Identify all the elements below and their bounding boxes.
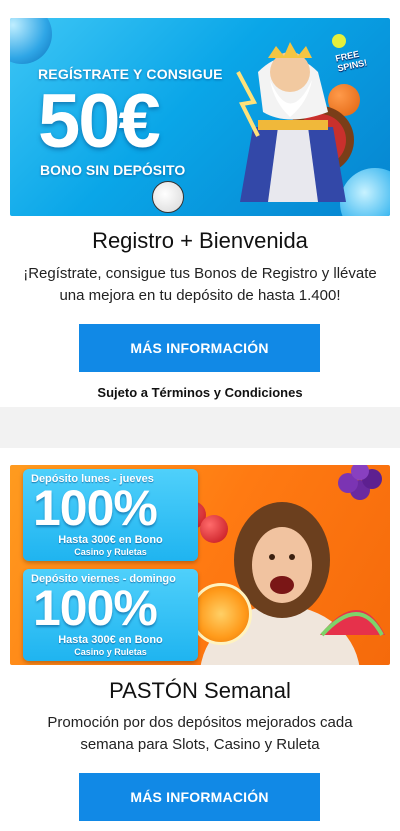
promo-box-percent: 100%	[33, 580, 158, 636]
promo-description: ¡Regístrate, consigue tus Bonos de Regis…	[23, 265, 377, 304]
more-info-button[interactable]: MÁS INFORMACIÓN	[79, 324, 320, 372]
more-info-button[interactable]: MÁS INFORMACIÓN	[79, 773, 320, 821]
bubble-decoration	[10, 18, 52, 64]
orange-slice-icon	[190, 583, 252, 645]
banner-amount: 50€	[38, 79, 161, 164]
promo-box-weekend: Depósito viernes - domingo 100% Hasta 30…	[23, 569, 198, 661]
promo-description: Promoción por dos depósitos mejorados ca…	[47, 714, 353, 753]
banner-subheadline: BONO SIN DEPÓSITO	[40, 162, 186, 178]
promo-card-paston: Depósito lunes - jueves 100% Hasta 300€ …	[0, 448, 400, 831]
promo-box-games: Casino y Ruletas	[74, 647, 147, 657]
promo-box-bonus: Hasta 300€ en Bono	[58, 634, 163, 646]
promo-box-percent: 100%	[33, 480, 158, 536]
card-separator	[0, 407, 400, 448]
terms-link[interactable]: Sujeto a Términos y Condiciones	[0, 385, 400, 400]
promo-box-weekdays: Depósito lunes - jueves 100% Hasta 300€ …	[23, 469, 198, 561]
zeus-character-image	[236, 42, 354, 202]
promo-title: Registro + Bienvenida	[92, 228, 308, 253]
promo-box-bonus: Hasta 300€ en Bono	[58, 534, 163, 546]
promo-card-registro: FREE SPINS! REGÍSTRATE Y CONSIGUE 50€ BO…	[0, 0, 400, 407]
promo-title: PASTÓN Semanal	[109, 678, 291, 703]
cherry-icon	[200, 515, 228, 543]
soccer-ball-icon	[152, 181, 184, 213]
promo-box-games: Casino y Ruletas	[74, 547, 147, 557]
promo-banner-paston[interactable]: Depósito lunes - jueves 100% Hasta 300€ …	[10, 465, 390, 665]
promo-banner-registro[interactable]: FREE SPINS! REGÍSTRATE Y CONSIGUE 50€ BO…	[10, 18, 390, 216]
